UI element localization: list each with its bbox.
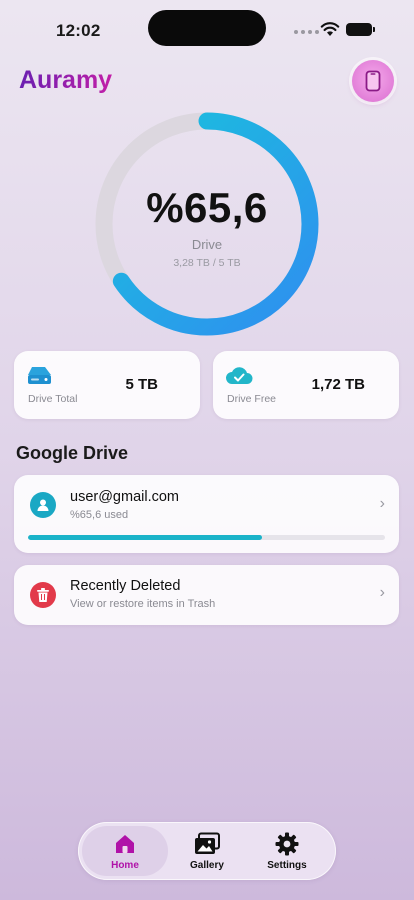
status-time: 12:02 xyxy=(56,21,101,40)
drive-free-card: Drive Free 1,72 TB xyxy=(213,351,399,419)
storage-ring: %65,6 Drive 3,28 TB / 5 TB xyxy=(93,110,321,338)
section-title: Google Drive xyxy=(16,443,129,463)
user-icon xyxy=(30,492,56,518)
trash-icon xyxy=(30,582,56,608)
dynamic-island xyxy=(148,10,266,46)
app-title: Auramy xyxy=(19,66,113,94)
tab-settings-label: Settings xyxy=(267,860,307,871)
battery-icon xyxy=(346,23,375,36)
chevron-right-icon: › xyxy=(379,495,385,512)
usage-progress-bar xyxy=(28,535,385,540)
recently-deleted-subtitle: View or restore items in Trash xyxy=(70,598,216,610)
tab-settings[interactable]: Settings xyxy=(244,826,330,876)
drive-free-label: Drive Free xyxy=(227,393,277,405)
phone-icon xyxy=(365,70,381,92)
recently-deleted-card[interactable]: Recently Deleted View or restore items i… xyxy=(14,565,399,625)
drive-icon xyxy=(28,367,51,384)
device-button[interactable] xyxy=(352,60,394,102)
tab-gallery[interactable]: Gallery xyxy=(164,826,250,876)
wifi-icon xyxy=(320,22,340,36)
account-email: user@gmail.com xyxy=(70,489,179,505)
drive-total-value: 5 TB xyxy=(125,376,158,393)
usage-progress-fill xyxy=(28,535,263,540)
tab-gallery-label: Gallery xyxy=(190,860,224,871)
drive-total-card: Drive Total 5 TB xyxy=(14,351,200,419)
drive-total-label: Drive Total xyxy=(28,393,78,405)
tab-home[interactable]: Home xyxy=(82,826,168,876)
drive-free-value: 1,72 TB xyxy=(311,376,365,393)
account-usage: %65,6 used xyxy=(70,509,129,521)
gallery-icon xyxy=(195,832,220,854)
ring-label: Drive xyxy=(191,237,223,252)
status-bar: 12:02 xyxy=(0,0,414,60)
home-icon xyxy=(116,835,134,853)
cloud-check-icon xyxy=(226,367,253,384)
usage-percent: %65,6 xyxy=(146,184,268,231)
tab-bar: Home Gallery Settings xyxy=(78,822,336,880)
chevron-right-icon: › xyxy=(379,584,385,601)
account-card[interactable]: user@gmail.com %65,6 used › xyxy=(14,475,399,553)
tab-home-label: Home xyxy=(111,860,139,871)
gear-icon xyxy=(275,832,299,856)
signal-dots-icon xyxy=(294,30,319,34)
ring-detail: 3,28 TB / 5 TB xyxy=(173,257,241,269)
recently-deleted-title: Recently Deleted xyxy=(70,578,181,594)
